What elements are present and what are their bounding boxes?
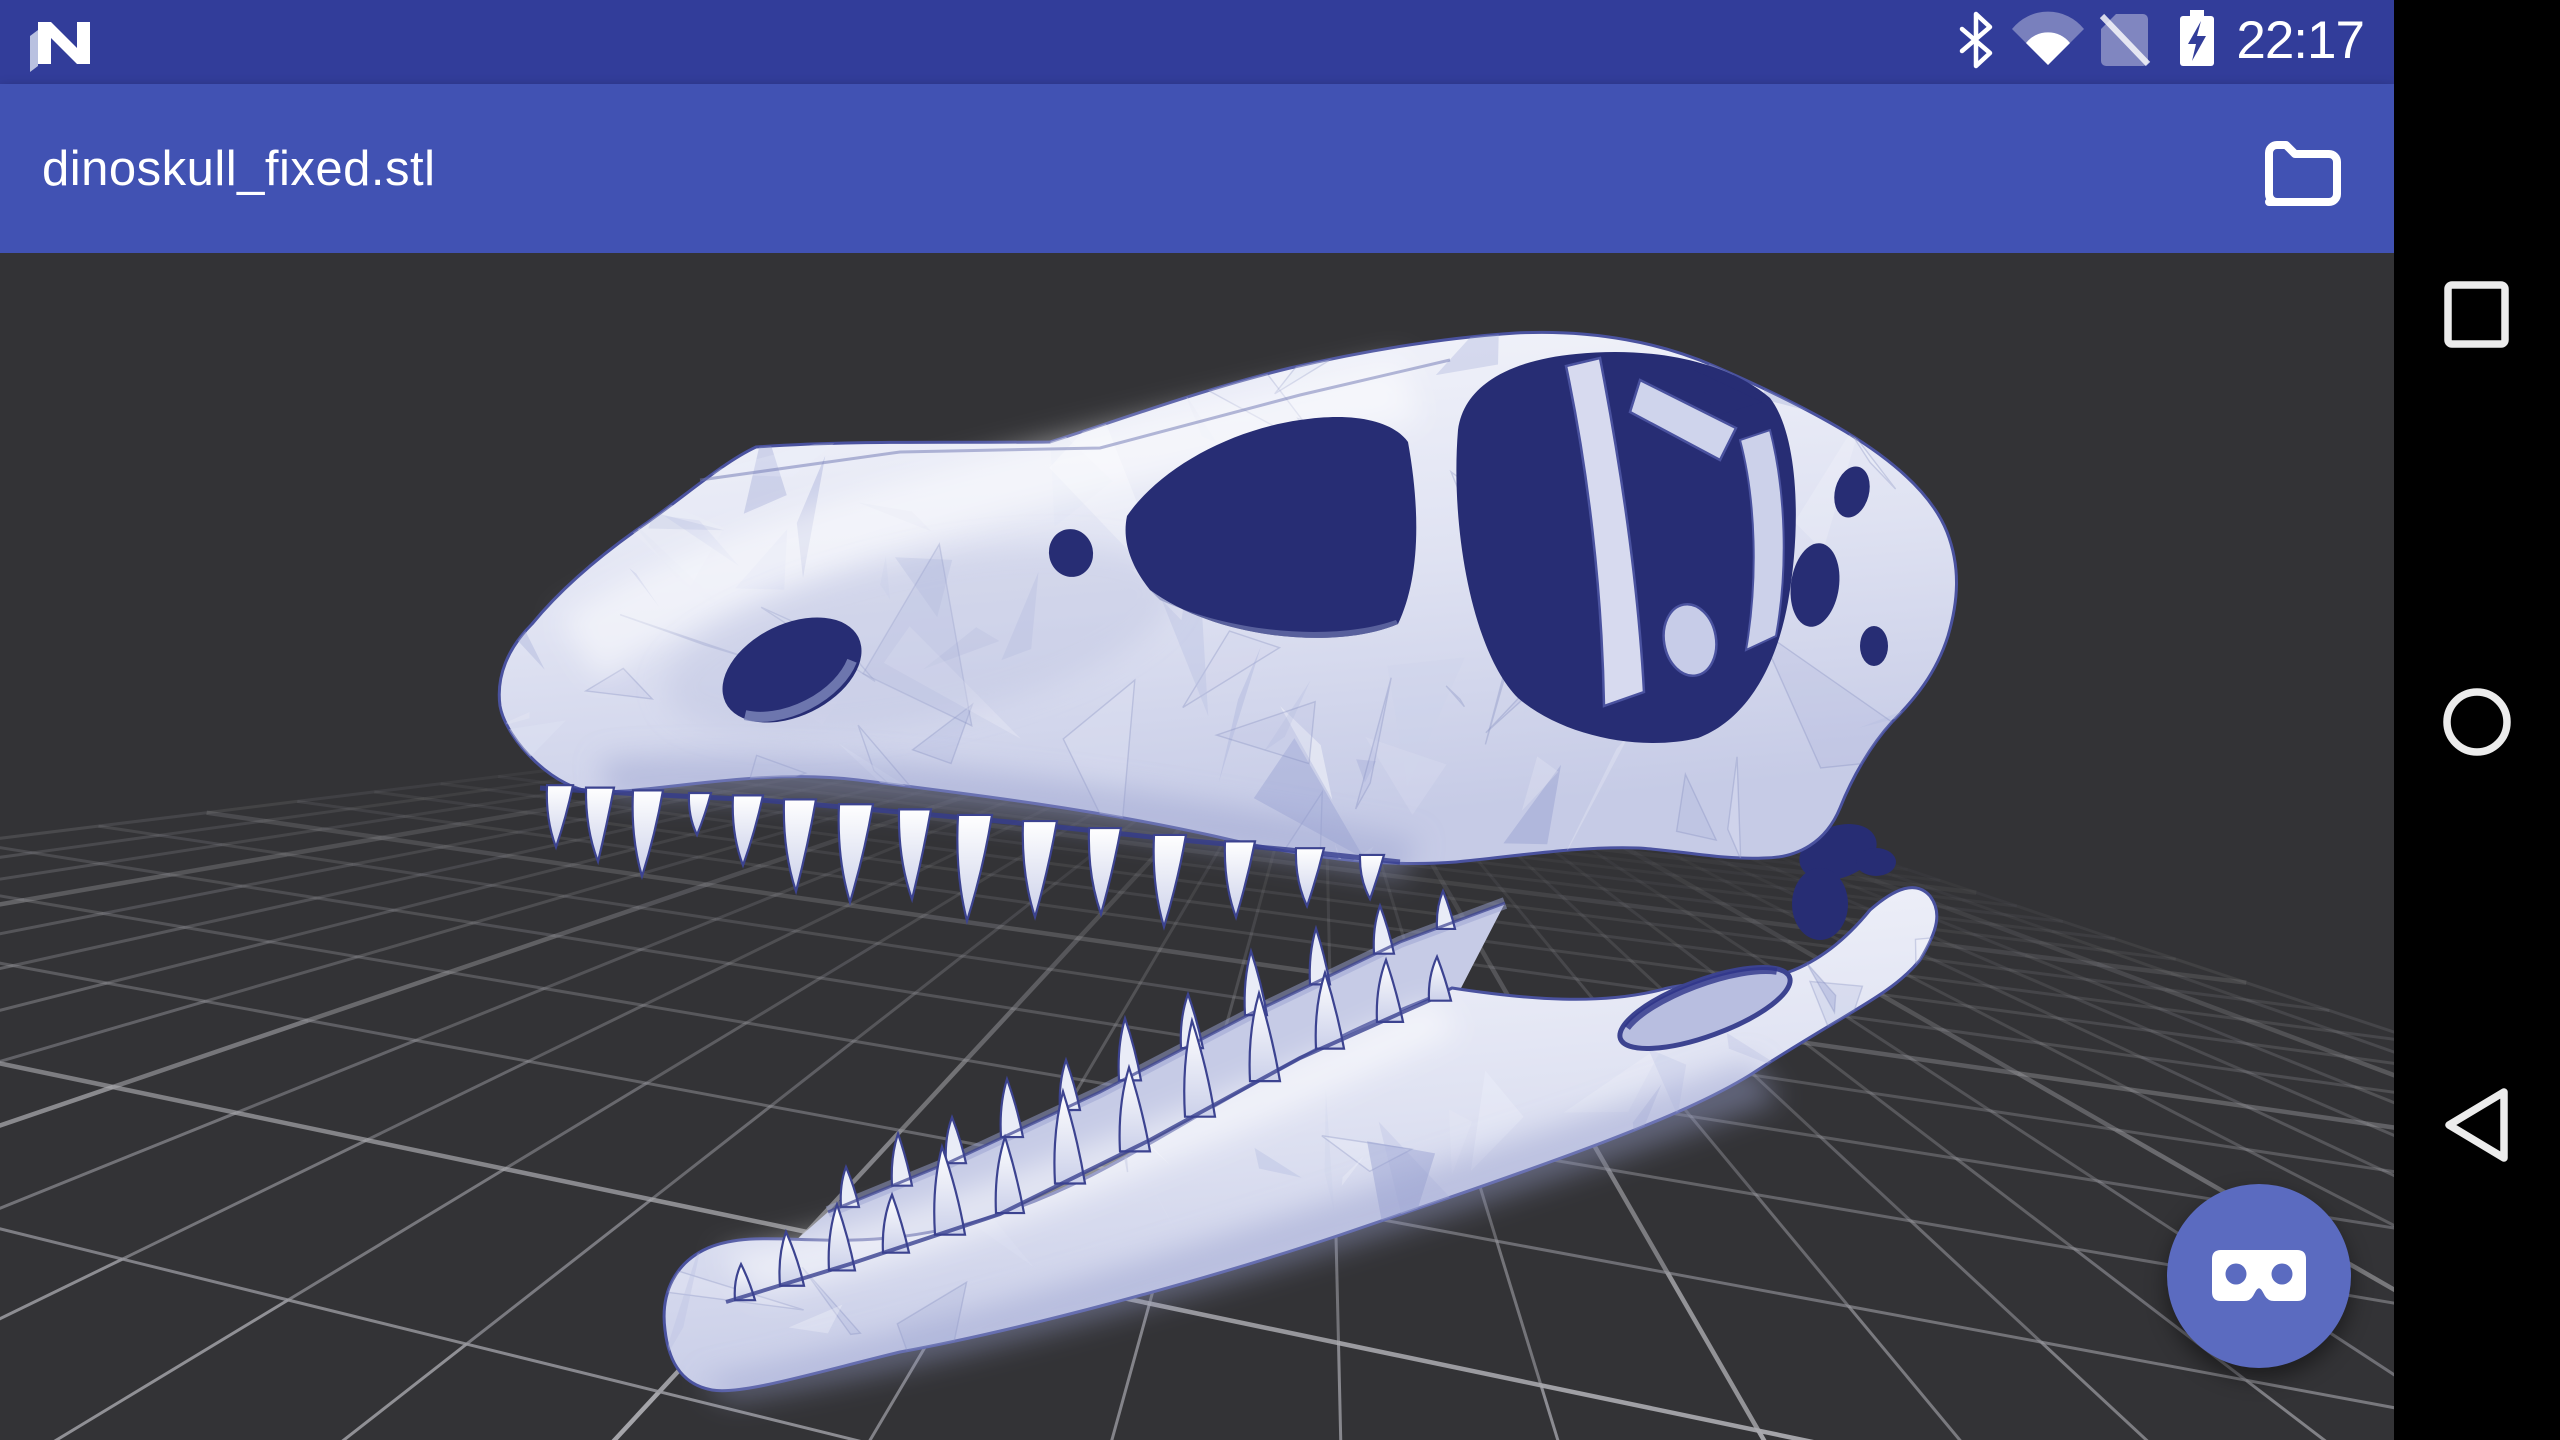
page-title: dinoskull_fixed.stl: [42, 141, 436, 196]
status-clock: 22:17: [2236, 11, 2365, 70]
open-file-button[interactable]: [2244, 114, 2354, 224]
app-toolbar: dinoskull_fixed.stl: [0, 84, 2394, 253]
home-circle-icon: [2443, 688, 2511, 756]
home-button[interactable]: [2394, 642, 2560, 802]
folder-icon: [2265, 141, 2341, 206]
navigation-bar: [2394, 0, 2560, 1440]
vr-mode-fab[interactable]: [2167, 1184, 2351, 1368]
back-triangle-icon: [2445, 1088, 2508, 1162]
no-sim-icon: [2099, 13, 2151, 67]
back-button[interactable]: [2394, 1045, 2560, 1205]
recents-square-icon: [2444, 281, 2509, 348]
vr-cardboard-icon: [2212, 1250, 2306, 1301]
recents-button[interactable]: [2394, 234, 2560, 394]
model-viewport[interactable]: [0, 253, 2394, 1440]
battery-charging-icon: [2180, 10, 2214, 66]
status-bar: 22:17: [0, 0, 2394, 84]
